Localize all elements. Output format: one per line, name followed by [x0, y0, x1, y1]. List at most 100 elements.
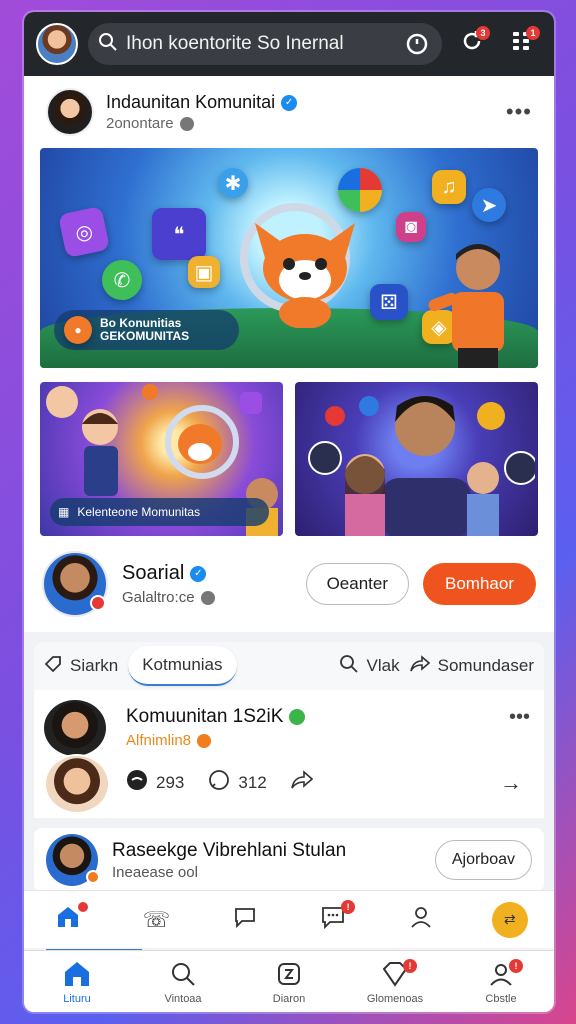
thumbnail-people[interactable]	[295, 382, 538, 536]
globe-icon	[179, 116, 194, 131]
messages-button[interactable]: !	[311, 898, 356, 942]
status-dot	[90, 595, 106, 611]
nav-search[interactable]: Vintoaa	[143, 959, 223, 1005]
app-tile-icon: ◎	[57, 205, 111, 259]
community-title[interactable]: Komuunitan 1S2iK	[126, 706, 283, 728]
phone-tile-icon: ✆	[102, 260, 142, 300]
profile-button[interactable]	[399, 898, 443, 942]
search-input[interactable]: Ihon koentorite So Inernal	[126, 33, 394, 55]
more-options-icon[interactable]: •••	[506, 99, 532, 125]
dice-tile-icon: ⚄	[370, 284, 408, 320]
waving-kid-icon	[428, 244, 504, 368]
search-icon	[98, 32, 118, 57]
clock-icon[interactable]	[402, 29, 432, 59]
search-icon	[170, 959, 196, 989]
nav-profile[interactable]: ! Cbstle	[461, 958, 541, 1005]
comment-stat[interactable]: 312	[208, 769, 267, 796]
dot-badge	[78, 901, 89, 912]
send-tile-icon: ➤	[472, 188, 506, 222]
hands-icon: ☏	[142, 906, 171, 932]
create-icon	[276, 959, 302, 989]
profile-name[interactable]: Soarial	[122, 562, 184, 585]
home-icon	[55, 905, 81, 935]
globe-icon	[197, 733, 212, 748]
tab-label: Siarkn	[70, 656, 119, 675]
color-ball-icon	[338, 168, 382, 212]
instagram-tile-icon: ◙	[396, 212, 426, 242]
friends-button[interactable]: ☏	[134, 898, 178, 942]
thumbnail-label: ▦ Kelenteone Momunitas	[50, 498, 269, 526]
suggestion-subtitle: Ineaease ool	[112, 863, 198, 881]
forward-arrow-icon[interactable]: →	[500, 770, 522, 796]
post-hero-image[interactable]: ◎ ❝ ✆ ▣ ✱ ♫ ➤ ◙ ⚄ ◈ ● Bo Konunitias GEKO…	[40, 148, 538, 368]
search-icon	[339, 654, 359, 679]
nav-label: Cbstle	[485, 992, 517, 1005]
share-stat[interactable]	[290, 770, 313, 795]
notification-badge: 3	[476, 26, 490, 40]
nav-home[interactable]: Lituru	[37, 959, 117, 1005]
tab-siarkn[interactable]: Siarkn	[44, 655, 118, 678]
thumbnail-row: ▦ Kelenteone Momunitas	[40, 382, 538, 536]
avatar	[42, 698, 108, 758]
coin-icon: ⇄	[491, 901, 528, 938]
user-avatar[interactable]	[36, 23, 78, 65]
home-icon	[62, 959, 92, 989]
globe-icon	[200, 590, 215, 605]
suggestion-card[interactable]: Raseekge Vibrehlani Stulan Ineaease ool …	[34, 828, 544, 892]
people-illustration-icon	[308, 396, 538, 536]
chat-bubble-icon	[232, 905, 258, 935]
more-options-icon[interactable]: •••	[509, 706, 530, 729]
post-author-name[interactable]: Indaunitan Komunitai	[106, 92, 275, 113]
like-count: 293	[156, 772, 185, 792]
tab-bar: Siarkn Kotmunias Vlak Somundaser	[34, 642, 544, 690]
profile-subtitle: Galaltro:ce	[122, 589, 195, 606]
menu-button[interactable]: 1	[502, 24, 542, 64]
tab-kotmunias[interactable]: Kotmunias	[128, 646, 237, 686]
outline-button[interactable]: Oeanter	[305, 563, 410, 605]
avatar	[44, 754, 110, 814]
photo-tile-icon: ▣	[188, 256, 220, 288]
verified-icon: ✓	[190, 565, 207, 582]
thumbnail-label-text: Kelenteone Momunitas	[77, 505, 201, 519]
primary-button[interactable]: Bomhaor	[423, 563, 536, 605]
reaction-icon	[126, 769, 148, 796]
hero-label: ● Bo Konunitias GEKOMUNITAS	[54, 310, 239, 350]
refresh-notification-button[interactable]: 3	[452, 24, 492, 64]
fox-mascot-icon	[255, 223, 355, 328]
nav-label: Glomenoas	[366, 992, 424, 1005]
nav-create[interactable]: Diaron	[249, 959, 329, 1005]
music-tile-icon: ♫	[432, 170, 466, 204]
tab-label: Vlak	[366, 656, 400, 675]
profile-badge: !	[509, 958, 523, 973]
post-card: Indaunitan Komunitai ✓ 2onontare ••• ◎ ❝…	[24, 76, 554, 632]
post-author-avatar[interactable]	[46, 88, 94, 136]
community-subtitle: Alfnimlin8	[126, 732, 192, 749]
icon-row: ☏ ! ⇄	[24, 890, 554, 952]
post-header: Indaunitan Komunitai ✓ 2onontare •••	[24, 76, 554, 148]
tab-label: Somundaser	[437, 656, 534, 675]
suggestion-button[interactable]: Ajorboav	[434, 840, 532, 880]
home-tab-button[interactable]	[46, 898, 143, 952]
profile-avatar[interactable]	[42, 551, 108, 617]
tab-vlak[interactable]: Vlak	[339, 654, 400, 679]
profile-row: Soarial ✓ Galaltro:ce Oeanter Bomhaor	[24, 536, 554, 632]
nav-messages[interactable]: ! Glomenoas	[355, 958, 435, 1005]
bottom-navigation: Lituru Vintoaa Diaron ! Glomenoas ! Cbst…	[24, 950, 554, 1012]
search-bar[interactable]: Ihon koentorite So Inernal	[88, 23, 442, 65]
verified-icon: ✓	[281, 94, 298, 111]
thumbnail-kids[interactable]: ▦ Kelenteone Momunitas	[40, 382, 283, 536]
tag-icon	[44, 655, 62, 678]
suggestion-title[interactable]: Raseekge Vibrehlani Stulan	[112, 840, 346, 862]
nav-label: Lituru	[63, 992, 91, 1005]
nav-label: Vintoaa	[164, 992, 202, 1005]
share-icon	[409, 654, 430, 678]
community-avatars	[42, 698, 112, 814]
tab-somundaser[interactable]: Somundaser	[409, 654, 534, 678]
top-bar: Ihon koentorite So Inernal 3 1	[24, 12, 554, 76]
suggestion-avatar[interactable]	[46, 834, 100, 886]
like-stat[interactable]: 293	[126, 769, 184, 796]
app-window: Ihon koentorite So Inernal 3 1 Indaunita…	[24, 12, 554, 1012]
rewards-button[interactable]: ⇄	[488, 898, 532, 942]
chat-button[interactable]	[223, 898, 267, 942]
community-card[interactable]: Komuunitan 1S2iK Alfnimlin8 293 312 ••• …	[34, 690, 544, 818]
